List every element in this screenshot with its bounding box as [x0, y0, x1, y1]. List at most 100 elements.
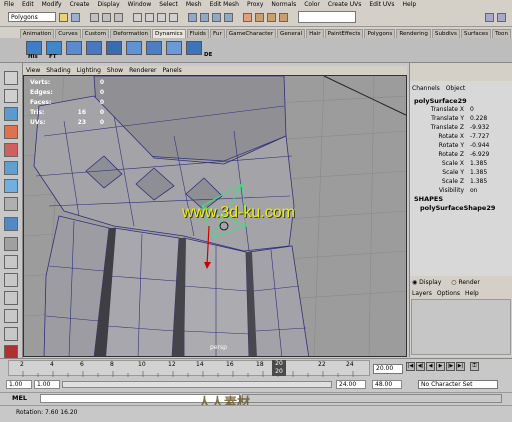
tab-deformation[interactable]: Deformation: [110, 29, 152, 38]
render-globals-icon[interactable]: [279, 12, 288, 22]
show-attribute-editor-icon[interactable]: [497, 12, 506, 22]
panel-menu-renderer[interactable]: Renderer: [126, 67, 159, 74]
ipr-render-icon[interactable]: [267, 12, 276, 22]
panel-menu-show[interactable]: Show: [104, 67, 126, 74]
current-time-field[interactable]: 20.00: [373, 364, 403, 374]
panel-menu-panels[interactable]: Panels: [159, 67, 184, 74]
render-view-icon[interactable]: [4, 345, 18, 359]
tab-fluids[interactable]: Fluids: [186, 29, 209, 38]
tab-dynamics[interactable]: Dynamics: [152, 29, 186, 38]
menu-create[interactable]: Create: [66, 1, 94, 8]
layout-side-icon[interactable]: [4, 255, 18, 269]
attr-translate-x[interactable]: Translate X0: [412, 106, 510, 114]
select-hierarchy-icon[interactable]: [90, 12, 99, 22]
tab-custom[interactable]: Custom: [81, 29, 110, 38]
bevel-icon[interactable]: [166, 41, 182, 55]
display-radio[interactable]: ◉ Display: [412, 279, 441, 286]
rotate-tool-icon[interactable]: [4, 143, 18, 157]
snap-grid-icon[interactable]: [188, 12, 197, 22]
tab-subdivs[interactable]: Subdivs: [431, 29, 460, 38]
menu-options[interactable]: Options: [437, 290, 460, 297]
mode-select[interactable]: Polygons: [8, 12, 56, 22]
key-icon[interactable]: ⚿: [470, 362, 479, 371]
menu-layer-help[interactable]: Help: [465, 290, 479, 297]
attr-translate-y[interactable]: Translate Y 0.228: [412, 115, 510, 123]
layout-outliner-icon[interactable]: [4, 273, 18, 287]
attr-scale-y[interactable]: Scale Y 1.385: [412, 169, 510, 177]
face-mask-icon[interactable]: [157, 12, 166, 22]
panel-menu-view[interactable]: View: [23, 67, 43, 74]
attr-rotate-x[interactable]: Rotate X -7.727: [412, 133, 510, 141]
manipulator-icon[interactable]: [4, 179, 18, 193]
start-time-field[interactable]: 1.00: [6, 380, 32, 389]
last-tool-icon[interactable]: [4, 197, 18, 211]
tab-fur[interactable]: Fur: [209, 29, 225, 38]
attr-translate-z[interactable]: Translate Z -9.932: [412, 124, 510, 132]
step-back-icon[interactable]: ◀|: [416, 362, 425, 371]
attr-visibility[interactable]: Visibility on: [412, 187, 510, 195]
menu-edit-uvs[interactable]: Edit UVs: [365, 1, 398, 8]
tab-painteffects[interactable]: PaintEffects: [324, 29, 364, 38]
menu-proxy[interactable]: Proxy: [243, 1, 267, 8]
menu-mesh[interactable]: Mesh: [182, 1, 206, 8]
go-to-end-icon[interactable]: ▶|: [456, 362, 465, 371]
layout-four-icon[interactable]: [4, 237, 18, 251]
range-bar[interactable]: [62, 381, 332, 388]
uv-mask-icon[interactable]: [169, 12, 178, 22]
edge-mask-icon[interactable]: [145, 12, 154, 22]
menu-object[interactable]: Object: [446, 85, 466, 92]
panel-menu-shading[interactable]: Shading: [43, 67, 73, 74]
attr-rotate-y[interactable]: Rotate Y -0.944: [412, 142, 510, 150]
shape-name[interactable]: polySurfaceShape29: [420, 204, 495, 212]
character-set-select[interactable]: No Character Set: [418, 380, 498, 389]
time-slider-track[interactable]: [8, 360, 370, 377]
layout-graph-icon[interactable]: [4, 291, 18, 305]
tab-gamecharacter[interactable]: GameCharacter: [225, 29, 277, 38]
end-time-field[interactable]: 48.00: [372, 380, 402, 389]
layout-uv-icon[interactable]: [4, 327, 18, 341]
menu-normals[interactable]: Normals: [267, 1, 300, 8]
go-to-start-icon[interactable]: |◀: [406, 362, 415, 371]
playback-end-field[interactable]: 24.00: [336, 380, 366, 389]
menu-display[interactable]: Display: [94, 1, 124, 8]
menu-channels[interactable]: Channels: [412, 85, 440, 92]
menu-layers[interactable]: Layers: [412, 290, 432, 297]
save-icon[interactable]: [71, 12, 80, 22]
tab-curves[interactable]: Curves: [55, 29, 81, 38]
delete-edge-icon[interactable]: [186, 41, 202, 55]
tab-toon[interactable]: Toon: [492, 29, 511, 38]
split-poly-icon[interactable]: [86, 41, 102, 55]
layout-single-icon[interactable]: [4, 217, 18, 231]
panel-menu-lighting[interactable]: Lighting: [74, 67, 104, 74]
layer-list[interactable]: [411, 299, 511, 355]
playback-start-field[interactable]: 1.00: [34, 380, 60, 389]
menu-file[interactable]: File: [0, 1, 18, 8]
freeze-transform-icon[interactable]: [46, 41, 62, 55]
tab-hair[interactable]: Hair: [306, 29, 324, 38]
extrude-face-icon[interactable]: [106, 41, 122, 55]
menu-edit[interactable]: Edit: [18, 1, 38, 8]
snap-curve-icon[interactable]: [200, 12, 209, 22]
mel-label[interactable]: MEL: [12, 394, 27, 402]
tab-surfaces[interactable]: Surfaces: [460, 29, 492, 38]
attr-scale-z[interactable]: Scale Z 1.385: [412, 178, 510, 186]
snap-plane-icon[interactable]: [224, 12, 233, 22]
merge-vertex-icon[interactable]: [126, 41, 142, 55]
select-component-icon[interactable]: [114, 12, 123, 22]
tab-polygons[interactable]: Polygons: [364, 29, 396, 38]
step-forward-icon[interactable]: |▶: [446, 362, 455, 371]
lasso-tool-icon[interactable]: [4, 89, 18, 103]
history-icon[interactable]: [26, 41, 42, 55]
smooth-icon[interactable]: [146, 41, 162, 55]
edge-loop-icon[interactable]: [66, 41, 82, 55]
object-name[interactable]: polySurface29: [414, 97, 467, 105]
menu-create-uvs[interactable]: Create UVs: [324, 1, 365, 8]
menu-select[interactable]: Select: [155, 1, 182, 8]
tab-animation[interactable]: Animation: [19, 29, 55, 38]
folder-icon[interactable]: [59, 12, 68, 22]
attr-rotate-z[interactable]: Rotate Z -6.929: [412, 151, 510, 159]
menu-help[interactable]: Help: [399, 1, 421, 8]
select-tool-icon[interactable]: [4, 71, 18, 85]
play-backward-icon[interactable]: ◀: [426, 362, 435, 371]
tab-rendering[interactable]: Rendering: [396, 29, 431, 38]
